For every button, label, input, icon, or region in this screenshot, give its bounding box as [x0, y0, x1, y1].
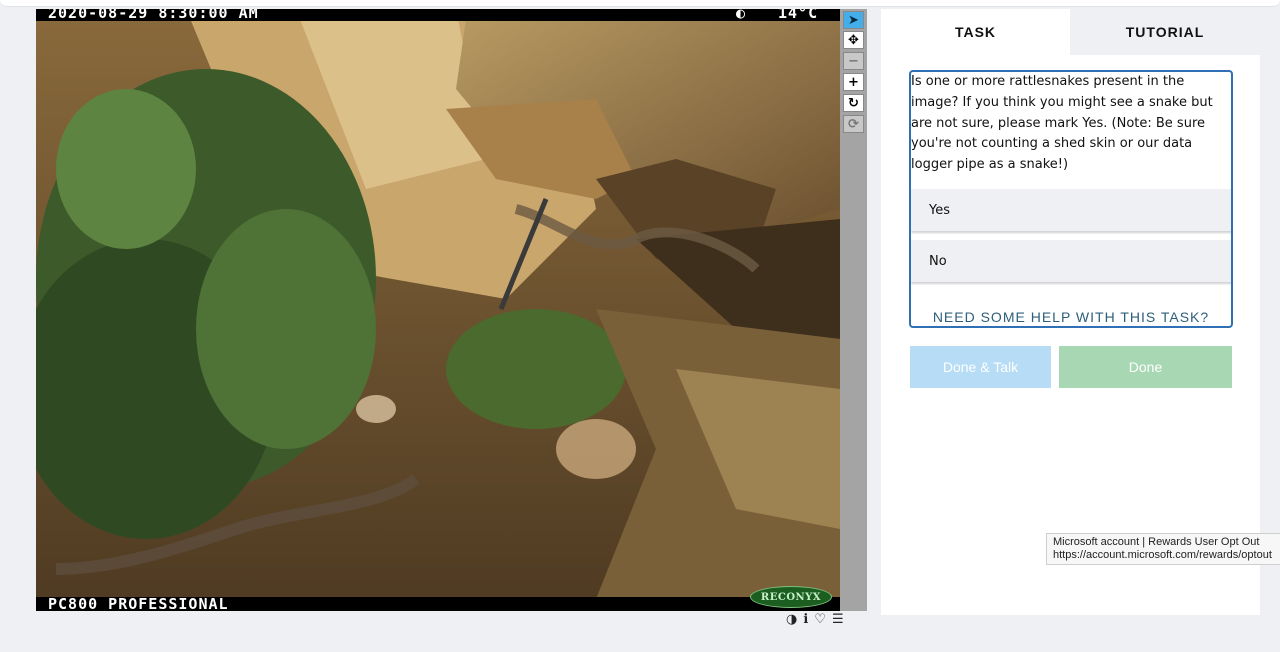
camera-temperature: 14°C — [778, 9, 819, 22]
info-icon[interactable]: ℹ — [803, 612, 808, 628]
subject-image-viewer[interactable]: 2020-08-29 8:30:00 AM ◐ 14°C PC800 PROFE… — [36, 9, 840, 611]
pointer-icon[interactable]: ➤ — [843, 11, 864, 29]
subject-meta-toolbar: ◑ ℹ ♡ ☰ — [786, 612, 844, 628]
tab-tutorial[interactable]: TUTORIAL — [1070, 9, 1260, 55]
move-icon[interactable]: ✥ — [843, 31, 864, 49]
rotate-icon[interactable]: ↻ — [843, 94, 864, 112]
viewer-toolbar: ➤ ✥ − + ↻ ⟳ — [840, 9, 867, 611]
reconyx-logo-text: RECONYX — [760, 591, 822, 603]
tooltip-url: https://account.microsoft.com/rewards/op… — [1053, 549, 1272, 561]
task-tabs: TASK TUTORIAL — [881, 9, 1260, 55]
done-button[interactable]: Done — [1059, 346, 1232, 388]
link-tooltip: Microsoft account | Rewards User Opt Out… — [1046, 533, 1280, 565]
answer-yes-button[interactable]: Yes — [911, 189, 1231, 231]
camera-trap-photo — [36, 9, 840, 611]
zoom-out-icon[interactable]: − — [843, 52, 864, 70]
zoom-in-icon[interactable]: + — [843, 73, 864, 91]
camera-timestamp: 2020-08-29 8:30:00 AM — [48, 9, 259, 22]
invert-icon[interactable]: ◑ — [786, 612, 797, 628]
answer-yes-label: Yes — [929, 202, 950, 218]
task-area: Is one or more rattlesnakes present in t… — [909, 70, 1233, 328]
browser-top-edge — [0, 0, 1280, 7]
reconyx-logo: RECONYX — [750, 586, 832, 608]
tooltip-title: Microsoft account | Rewards User Opt Out — [1053, 536, 1260, 548]
reset-icon[interactable]: ⟳ — [843, 115, 864, 133]
task-panel: TASK TUTORIAL Is one or more rattlesnake… — [881, 9, 1260, 615]
answer-no-button[interactable]: No — [911, 240, 1231, 282]
done-and-talk-button[interactable]: Done & Talk — [910, 346, 1051, 388]
moon-phase-icon: ◐ — [736, 9, 747, 22]
task-question: Is one or more rattlesnakes present in t… — [911, 74, 1213, 173]
task-help-link[interactable]: NEED SOME HELP WITH THIS TASK? — [911, 309, 1231, 325]
collections-icon[interactable]: ☰ — [832, 612, 844, 628]
tab-task[interactable]: TASK — [881, 9, 1070, 55]
favorite-icon[interactable]: ♡ — [814, 612, 826, 628]
camera-model-label: PC800 PROFESSIONAL — [48, 595, 229, 612]
answer-no-label: No — [929, 253, 947, 269]
